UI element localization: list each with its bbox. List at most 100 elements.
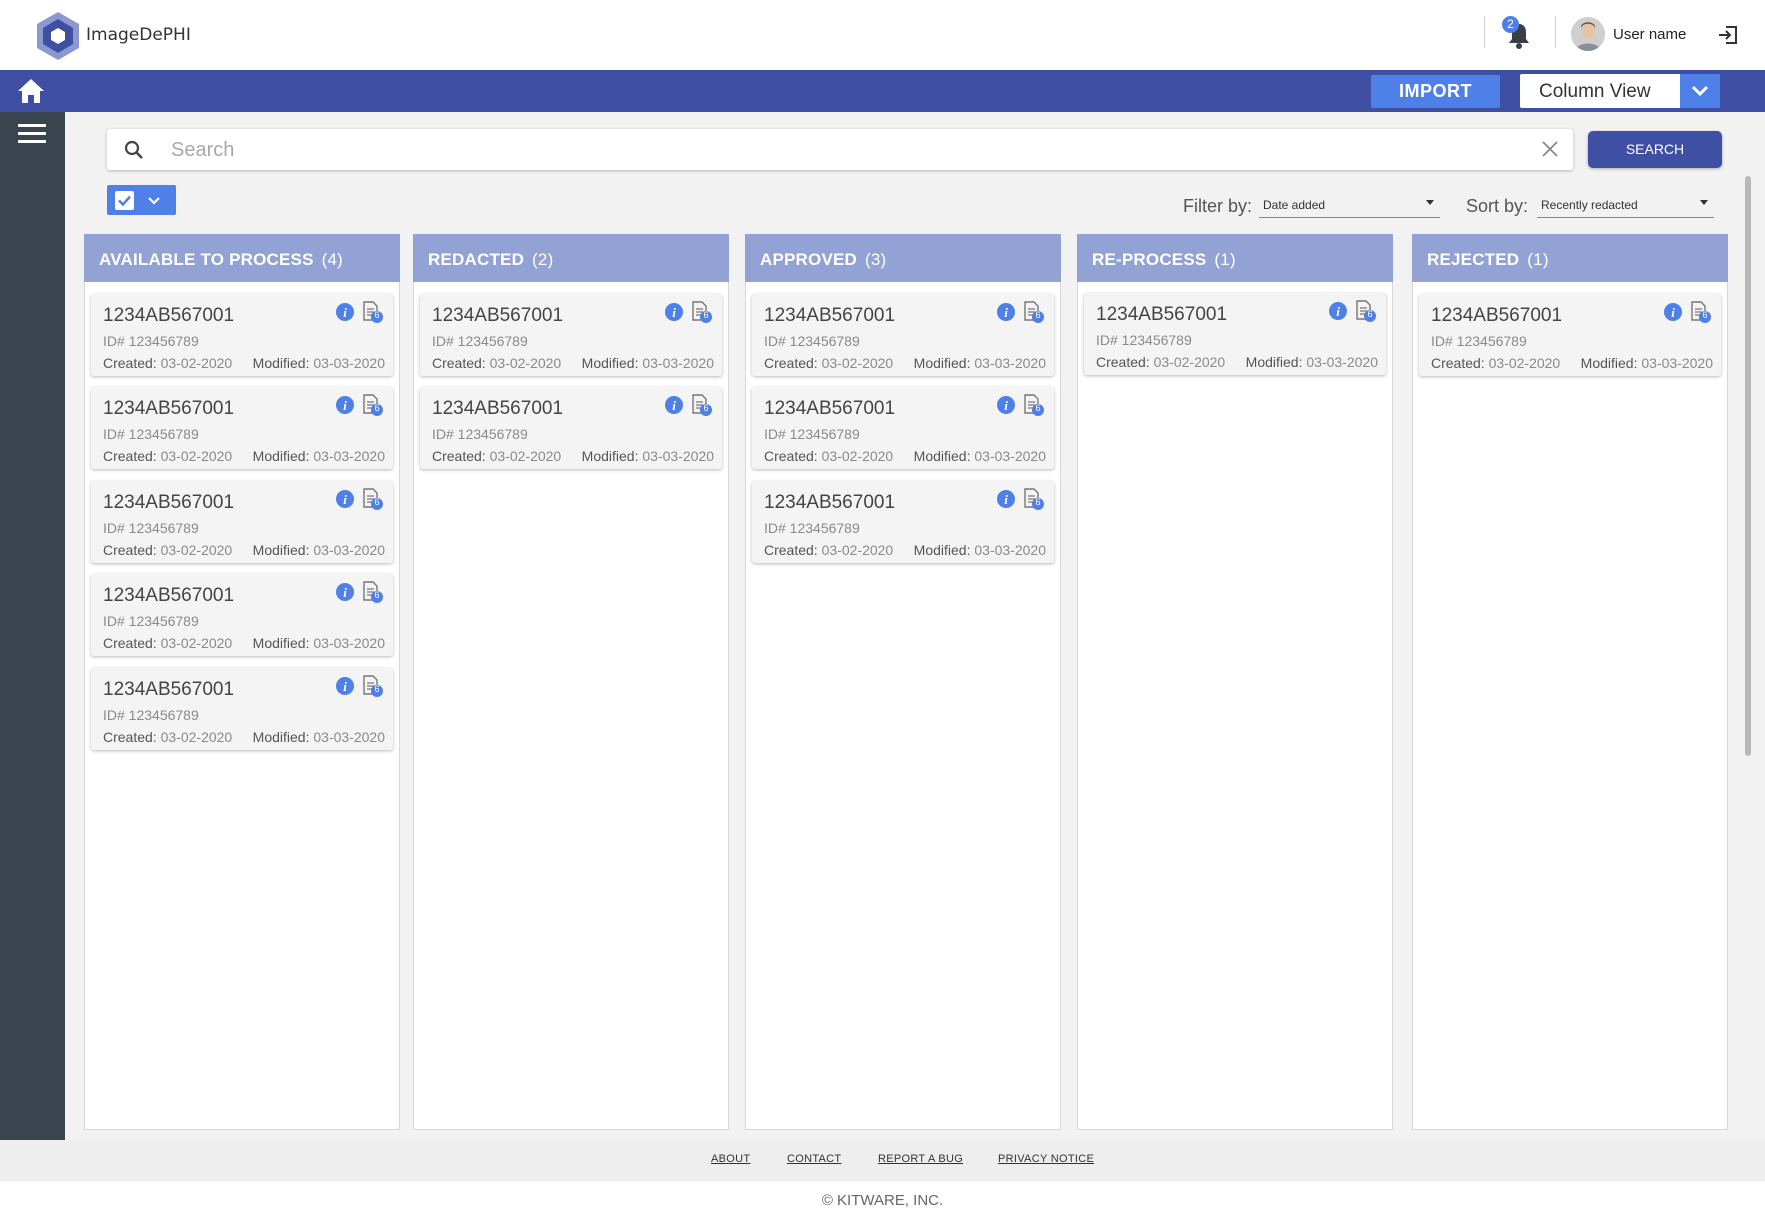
- info-icon[interactable]: i: [664, 395, 684, 415]
- created-date: 03-02-2020: [821, 448, 894, 464]
- card-modified: Modified: 03-03-2020: [253, 729, 385, 745]
- document-icon[interactable]: 6: [1023, 300, 1045, 324]
- document-icon[interactable]: 6: [1023, 393, 1045, 417]
- footer-link-report-bug[interactable]: REPORT A BUG: [878, 1153, 963, 1165]
- card-modified: Modified: 03-03-2020: [582, 448, 714, 464]
- info-icon[interactable]: i: [1663, 302, 1683, 322]
- scrollbar[interactable]: [1745, 176, 1751, 756]
- column-header: APPROVED (3): [745, 234, 1061, 282]
- info-icon[interactable]: i: [664, 302, 684, 322]
- created-label: Created:: [764, 355, 818, 371]
- svg-text:i: i: [343, 398, 347, 413]
- info-icon[interactable]: i: [996, 395, 1016, 415]
- caret-down-icon: [1426, 200, 1434, 205]
- card-created: Created: 03-02-2020: [764, 355, 893, 371]
- created-label: Created:: [432, 355, 486, 371]
- info-icon[interactable]: i: [996, 302, 1016, 322]
- search-box: [107, 129, 1573, 170]
- document-icon[interactable]: 6: [362, 393, 384, 417]
- footer-link-contact[interactable]: CONTACT: [787, 1153, 841, 1165]
- info-icon[interactable]: i: [335, 582, 355, 602]
- column-header: RE-PROCESS (1): [1077, 234, 1393, 282]
- card-created: Created: 03-02-2020: [432, 448, 561, 464]
- image-card[interactable]: 1234AB567001 ID# 123456789 Created: 03-02-…: [420, 387, 722, 469]
- created-date: 03-02-2020: [489, 355, 562, 371]
- image-card[interactable]: 1234AB567001 ID# 123456789 Created: 03-02-…: [91, 668, 393, 750]
- document-icon[interactable]: 6: [362, 580, 384, 604]
- avatar[interactable]: [1571, 17, 1605, 51]
- card-created: Created: 03-02-2020: [103, 542, 232, 558]
- document-count-badge: 6: [374, 684, 380, 694]
- image-card[interactable]: 1234AB567001 ID# 123456789 Created: 03-02-…: [1419, 294, 1721, 376]
- modified-date: 03-03-2020: [1641, 355, 1713, 371]
- logo-icon[interactable]: [34, 10, 82, 62]
- filter-select[interactable]: Date added: [1259, 192, 1440, 218]
- clear-icon[interactable]: [1541, 140, 1559, 158]
- checkbox-icon[interactable]: [115, 191, 134, 210]
- card-name: 1234AB567001: [103, 305, 235, 326]
- info-icon[interactable]: i: [335, 676, 355, 696]
- image-card[interactable]: 1234AB567001 ID# 123456789 Created: 03-02-…: [91, 294, 393, 376]
- column-count: (1): [1527, 250, 1549, 269]
- info-icon[interactable]: i: [335, 302, 355, 322]
- image-card[interactable]: 1234AB567001 ID# 123456789 Created: 03-02-…: [91, 574, 393, 656]
- image-card[interactable]: 1234AB567001 ID# 123456789 Created: 03-02-…: [91, 387, 393, 469]
- view-select[interactable]: Column View: [1520, 74, 1720, 108]
- column-title: APPROVED: [760, 250, 858, 269]
- info-icon[interactable]: i: [335, 489, 355, 509]
- modified-date: 03-03-2020: [313, 355, 385, 371]
- document-icon[interactable]: 6: [691, 300, 713, 324]
- modified-date: 03-03-2020: [974, 542, 1046, 558]
- column-title: REDACTED: [428, 250, 525, 269]
- document-icon[interactable]: 6: [362, 674, 384, 698]
- document-icon[interactable]: 6: [362, 300, 384, 324]
- card-modified: Modified: 03-03-2020: [582, 355, 714, 371]
- select-all-dropdown[interactable]: [107, 185, 176, 215]
- card-created: Created: 03-02-2020: [764, 448, 893, 464]
- footer-link-privacy[interactable]: PRIVACY NOTICE: [998, 1153, 1094, 1165]
- document-icon[interactable]: 6: [691, 393, 713, 417]
- modified-label: Modified:: [581, 355, 639, 371]
- image-card[interactable]: 1234AB567001 ID# 123456789 Created: 03-02-…: [752, 387, 1054, 469]
- info-icon[interactable]: i: [996, 489, 1016, 509]
- image-card[interactable]: 1234AB567001 ID# 123456789 Created: 03-02-…: [1084, 293, 1386, 375]
- card-name: 1234AB567001: [1096, 304, 1228, 325]
- footer-link-about[interactable]: ABOUT: [711, 1153, 750, 1165]
- column-title: AVAILABLE TO PROCESS: [99, 250, 314, 269]
- home-icon[interactable]: [16, 77, 46, 105]
- import-button[interactable]: IMPORT: [1371, 75, 1500, 108]
- created-label: Created:: [764, 542, 818, 558]
- card-created: Created: 03-02-2020: [1096, 354, 1225, 370]
- username[interactable]: User name: [1613, 26, 1686, 43]
- search-button[interactable]: SEARCH: [1588, 131, 1722, 168]
- created-date: 03-02-2020: [1153, 354, 1226, 370]
- image-card[interactable]: 1234AB567001 ID# 123456789 Created: 03-02-…: [752, 294, 1054, 376]
- card-created: Created: 03-02-2020: [103, 635, 232, 651]
- image-card[interactable]: 1234AB567001 ID# 123456789 Created: 03-02-…: [91, 481, 393, 563]
- menu-icon[interactable]: [18, 122, 46, 146]
- document-count-badge: 6: [374, 497, 380, 507]
- card-name: 1234AB567001: [1431, 305, 1563, 326]
- document-count-badge: 6: [1702, 310, 1708, 320]
- modified-date: 03-03-2020: [313, 542, 385, 558]
- created-label: Created:: [764, 448, 818, 464]
- search-input[interactable]: [171, 136, 1471, 164]
- document-icon[interactable]: 6: [362, 487, 384, 511]
- logout-icon[interactable]: [1717, 24, 1739, 46]
- card-created: Created: 03-02-2020: [103, 729, 232, 745]
- sort-select[interactable]: Recently redacted: [1537, 192, 1714, 218]
- info-icon[interactable]: i: [1328, 301, 1348, 321]
- document-icon[interactable]: 6: [1023, 487, 1045, 511]
- image-card[interactable]: 1234AB567001 ID# 123456789 Created: 03-02-…: [420, 294, 722, 376]
- chevron-down-icon[interactable]: [147, 194, 161, 206]
- column-header: REJECTED (1): [1412, 234, 1728, 282]
- document-icon[interactable]: 6: [1355, 299, 1377, 323]
- info-icon[interactable]: i: [335, 395, 355, 415]
- created-label: Created:: [432, 448, 486, 464]
- image-card[interactable]: 1234AB567001 ID# 123456789 Created: 03-02-…: [752, 481, 1054, 563]
- document-icon[interactable]: 6: [1690, 300, 1712, 324]
- card-name: 1234AB567001: [764, 492, 896, 513]
- modified-label: Modified:: [913, 448, 971, 464]
- chevron-down-icon[interactable]: [1680, 74, 1720, 108]
- modified-date: 03-03-2020: [974, 355, 1046, 371]
